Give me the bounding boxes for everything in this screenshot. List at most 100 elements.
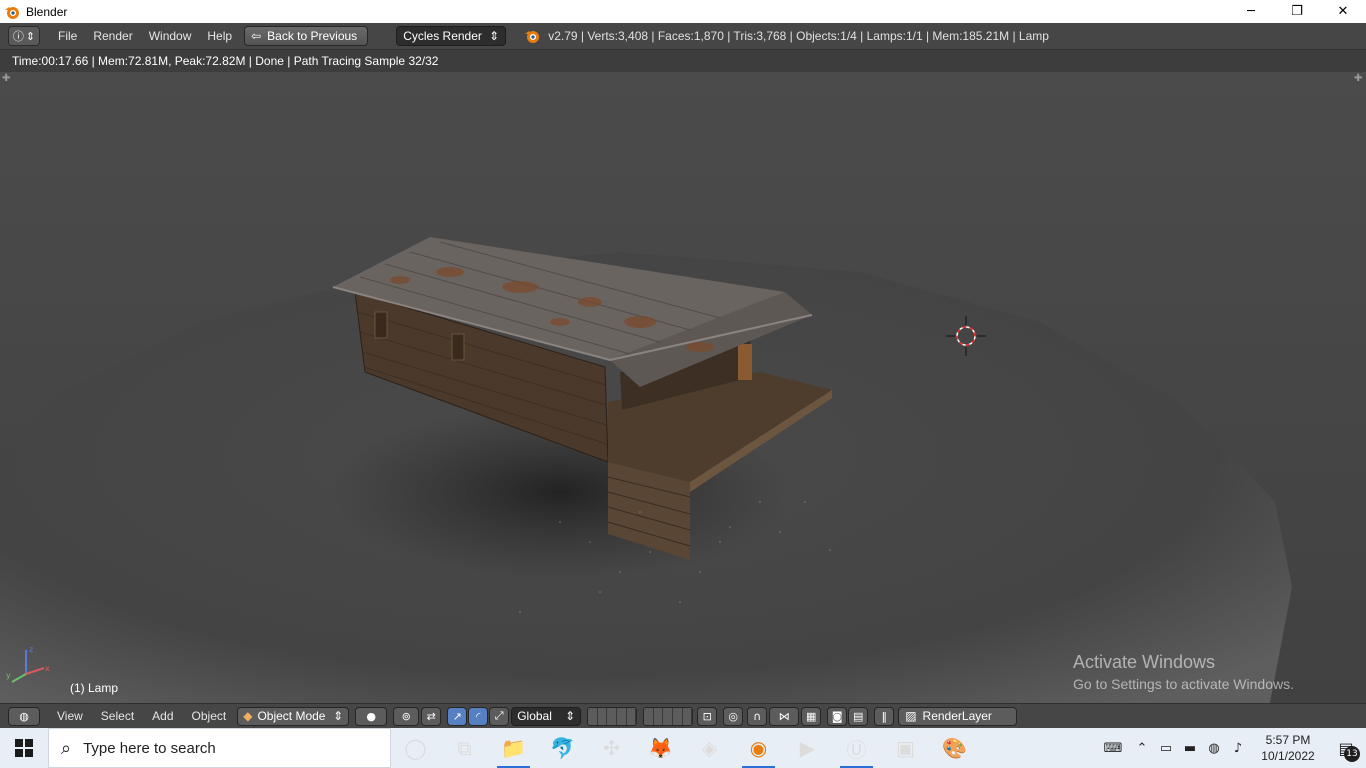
battery-icon[interactable]: ▬ [1178,728,1202,768]
back-to-previous-button[interactable]: ⇦ Back to Previous [244,26,369,46]
system-tray: ⌨ ⌃ ▭ ▬ ◍ ♪ 5:57 PM 10/1/2022 ▤ 13 [1096,728,1366,768]
render-border-button[interactable]: ‖ [874,706,895,726]
snap-toggle-button[interactable]: ∩ [747,706,768,726]
manipulator-toggle-button[interactable]: ⇄ [421,706,442,726]
dolphin-app-icon[interactable]: 🐬 [538,728,587,768]
scene-layers-buttons[interactable] [587,706,638,726]
scene-stats: v2.79 | Verts:3,408 | Faces:1,870 | Tris… [548,29,1049,43]
notification-center-button[interactable]: ▤ 13 [1326,728,1366,768]
translate-manipulator-button[interactable]: ↗ [447,706,468,726]
svg-text:y: y [6,671,11,680]
shading-sphere-icon: ● [366,709,376,723]
3d-viewport[interactable]: z x y ✚ ✚ (1) Lamp Activate Windows Go t… [0,72,1366,703]
close-button[interactable]: ✕ [1320,0,1366,23]
opengl-render-animation-button[interactable]: ▤ [848,706,869,726]
meet-now-icon[interactable]: ▭ [1154,728,1178,768]
firefox-icon[interactable]: 🦊 [636,728,685,768]
unreal-engine-icon[interactable]: Ⓤ [832,728,881,768]
chevron-up-icon[interactable]: ⌃ [1130,728,1154,768]
scale-manipulator-button[interactable]: ⤢ [489,706,510,726]
keyboard-icon[interactable]: ⌨ [1096,728,1130,768]
launcher-app-icon[interactable]: ▣ [881,728,930,768]
blender-taskbar-icon[interactable]: ◉ [734,728,783,768]
cube-icon: ◆ [243,709,253,723]
pivot-point-select[interactable]: ⊚ [393,706,420,726]
volume-icon[interactable]: ♪ [1226,728,1250,768]
scale-icon: ⤢ [494,709,504,722]
editor-type-button[interactable]: ◍ [8,706,40,726]
snap-increment-icon: ⋈ [778,709,790,723]
chevron-updown-icon: ⇕ [25,29,36,43]
restore-button[interactable]: ❐ [1274,0,1320,23]
opengl-render-image-button[interactable]: ◙ [827,706,848,726]
render-layer-value: RenderLayer [922,709,992,723]
snap-target-icon: ▦ [806,709,817,723]
menu-render[interactable]: Render [85,29,140,43]
task-view-icon[interactable]: ⧉ [440,728,489,768]
activate-windows-subtitle: Go to Settings to activate Windows. [1073,676,1294,692]
menu-object[interactable]: Object [183,709,236,723]
interaction-mode-select[interactable]: ◆ Object Mode ⇕ [237,706,350,726]
area-split-plus-icon[interactable]: ✚ [1354,74,1364,84]
menu-add[interactable]: Add [143,709,182,723]
blender-logo-icon [525,31,540,43]
windows-taskbar: ⌕ Type here to search ◯ ⧉ 📁 🐬 ✣ 🦊 ◈ ◉ ▶ … [0,728,1366,768]
area-split-plus-icon[interactable]: ✚ [2,74,12,84]
pivot-icon: ⊚ [401,709,411,723]
rotate-arc-icon: ◜ [476,709,481,723]
network-app-icon[interactable]: ✣ [587,728,636,768]
window-title: Blender [26,4,68,19]
menu-window[interactable]: Window [141,29,200,43]
magnet-icon: ∩ [753,709,762,723]
windows-logo-icon [15,739,33,757]
rotate-manipulator-button[interactable]: ◜ [468,706,489,726]
activate-windows-title: Activate Windows [1073,652,1216,672]
svg-text:x: x [45,664,50,673]
translate-arrow-icon: ↗ [452,709,462,723]
taskbar-search-input[interactable]: ⌕ Type here to search [48,728,391,768]
lock-camera-button[interactable]: ⊡ [697,706,718,726]
clapboard-icon: ▤ [853,709,864,723]
editor-type-button[interactable]: ⓘ ⇕ [8,26,40,46]
cortana-icon[interactable]: ◯ [391,728,440,768]
render-layer-icon: ▨ [905,709,917,723]
network-globe-icon[interactable]: ◍ [1202,728,1226,768]
search-icon: ⌕ [61,737,72,758]
minimize-button[interactable]: ─ [1228,0,1274,23]
chevron-updown-icon: ⇕ [489,29,500,43]
clock-time: 5:57 PM [1265,733,1311,747]
snap-element-select[interactable]: ⋈ [769,706,800,726]
transform-orientation-value: Global [517,709,552,723]
render-status-line: Time:00:17.66 | Mem:72.81M, Peak:72.82M … [0,50,1366,72]
camera-icon: ◙ [831,709,843,723]
start-button[interactable] [0,728,48,768]
menu-view[interactable]: View [48,709,92,723]
package-app-icon[interactable]: ◈ [685,728,734,768]
file-explorer-icon[interactable]: 📁 [489,728,538,768]
menu-select[interactable]: Select [92,709,143,723]
proportional-edit-icon: ◎ [728,709,738,723]
proportional-edit-button[interactable]: ◎ [723,706,744,726]
viewport-shading-select[interactable]: ● [355,706,388,726]
render-engine-value: Cycles Render [403,29,482,43]
lock-icon: ⊡ [702,709,712,723]
scene-layers-buttons-2[interactable] [643,706,694,726]
taskbar-clock[interactable]: 5:57 PM 10/1/2022 [1250,732,1326,764]
info-icon: ⓘ [12,30,24,43]
snap-target-button[interactable]: ▦ [801,706,822,726]
video-app-icon[interactable]: ▶ [783,728,832,768]
render-layer-select[interactable]: ▨ RenderLayer [898,706,1017,726]
transform-orientation-select[interactable]: Global ⇕ [511,706,582,726]
back-arrow-icon: ⇦ [251,29,262,43]
render-engine-select[interactable]: Cycles Render ⇕ [396,26,507,46]
active-object-label: (1) Lamp [70,681,119,695]
pause-icon: ‖ [881,709,887,723]
menu-file[interactable]: File [50,29,85,43]
paint-app-icon[interactable]: 🎨 [930,728,979,768]
window-titlebar: Blender ─ ❐ ✕ [0,0,1366,23]
menu-help[interactable]: Help [199,29,240,43]
blender-logo-icon [5,6,19,19]
svg-text:z: z [29,645,33,654]
clock-date: 10/1/2022 [1261,749,1315,763]
rendered-scene: z x y [0,72,1366,703]
